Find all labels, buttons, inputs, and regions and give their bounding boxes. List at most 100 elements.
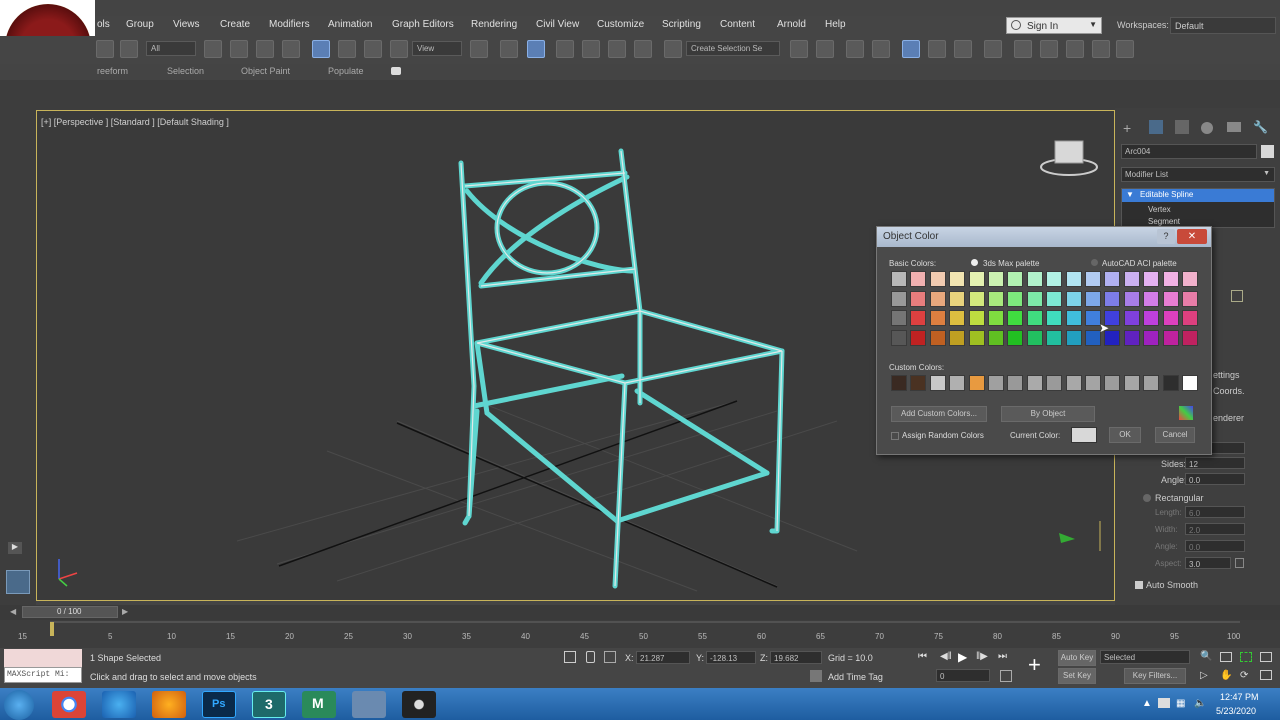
maxscript-mini-listener[interactable]: MAXScript Mi: <box>4 667 82 683</box>
angle-snap-icon[interactable] <box>582 40 600 58</box>
ribbon-populate[interactable]: Populate <box>328 66 364 76</box>
custom-color-swatch[interactable] <box>949 375 966 391</box>
basic-color-swatch[interactable] <box>1085 290 1101 307</box>
radio-aci-palette[interactable] <box>1091 259 1098 266</box>
custom-color-swatch[interactable] <box>910 375 927 391</box>
custom-color-swatch[interactable] <box>1162 375 1179 391</box>
menu-scripting[interactable]: Scripting <box>662 19 701 30</box>
stack-item-segment[interactable]: Segment <box>1148 217 1180 226</box>
set-key-button[interactable]: Set Key <box>1058 668 1096 684</box>
z-coordinate-field[interactable]: 19.682 <box>770 651 822 664</box>
basic-color-swatch[interactable] <box>1123 310 1140 326</box>
basic-color-swatch[interactable] <box>1026 310 1043 326</box>
selection-filter-dropdown[interactable]: All <box>146 41 196 56</box>
basic-color-swatch[interactable] <box>910 271 927 287</box>
utilities-tab-icon[interactable]: 🔧 <box>1253 120 1268 134</box>
basic-color-swatch[interactable] <box>949 329 966 346</box>
custom-color-swatch[interactable] <box>1046 375 1063 391</box>
menu-views[interactable]: Views <box>173 19 200 30</box>
media-player-icon[interactable] <box>152 691 186 718</box>
select-by-name-icon[interactable] <box>230 40 248 58</box>
basic-color-swatch[interactable] <box>1104 290 1121 307</box>
basic-color-swatch[interactable] <box>929 290 946 307</box>
current-color-swatch[interactable] <box>1071 427 1097 443</box>
set-key-plus-icon[interactable]: + <box>1028 652 1041 678</box>
display-tab-icon[interactable] <box>1227 122 1241 132</box>
tray-app-icon[interactable] <box>1158 698 1170 708</box>
menu-content[interactable]: Content <box>720 19 755 30</box>
menu-create[interactable]: Create <box>220 19 250 30</box>
basic-color-swatch[interactable] <box>949 290 966 307</box>
render-a360-icon[interactable] <box>1116 40 1134 58</box>
custom-color-swatch[interactable] <box>1065 375 1082 391</box>
modify-tab-icon[interactable] <box>1149 120 1163 134</box>
curve-editor-icon[interactable] <box>928 40 946 58</box>
basic-color-swatch[interactable] <box>910 310 927 326</box>
assign-random-checkbox[interactable] <box>891 432 899 440</box>
material-editor-icon[interactable] <box>984 40 1002 58</box>
move-icon[interactable] <box>312 40 330 58</box>
basic-color-swatch[interactable] <box>1143 290 1160 307</box>
basic-color-swatch[interactable] <box>1007 310 1024 326</box>
render-production-icon[interactable] <box>1066 40 1084 58</box>
basic-color-swatch[interactable] <box>1065 290 1082 307</box>
menu-help[interactable]: Help <box>825 19 846 30</box>
absolute-mode-icon[interactable] <box>604 651 616 663</box>
configure-sets-icon[interactable] <box>1231 290 1243 302</box>
basic-color-swatch[interactable] <box>1182 329 1198 346</box>
current-frame-field[interactable]: 0 <box>936 669 990 682</box>
file-explorer-icon[interactable] <box>352 691 386 718</box>
basic-color-swatch[interactable] <box>1143 310 1160 326</box>
auto-key-button[interactable]: Auto Key <box>1058 650 1096 666</box>
menu-rendering[interactable]: Rendering <box>471 19 517 30</box>
ok-button[interactable]: OK <box>1109 427 1141 443</box>
layer-explorer-icon[interactable] <box>872 40 890 58</box>
named-selection-dropdown[interactable]: Create Selection Se <box>686 41 780 56</box>
spinner-snap-icon[interactable] <box>634 40 652 58</box>
time-tag-icon[interactable] <box>810 670 822 682</box>
color-picker-icon[interactable] <box>1179 406 1193 420</box>
basic-color-swatch[interactable] <box>1123 329 1140 346</box>
basic-color-swatch[interactable] <box>929 271 946 287</box>
ribbon-selection[interactable]: Selection <box>167 66 204 76</box>
basic-color-swatch[interactable] <box>988 290 1004 307</box>
modifier-list-dropdown[interactable]: Modifier List ▼ <box>1121 167 1275 182</box>
basic-color-swatch[interactable] <box>1123 290 1140 307</box>
basic-color-swatch[interactable] <box>1046 310 1063 326</box>
basic-color-swatch[interactable] <box>968 329 985 346</box>
align-icon[interactable] <box>816 40 834 58</box>
prev-frame-icon[interactable]: ◀ <box>10 607 16 616</box>
clock-time[interactable]: 12:47 PM <box>1220 692 1259 702</box>
render-iterative-icon[interactable] <box>1092 40 1110 58</box>
signin-dropdown[interactable]: Sign In ▼ <box>1006 17 1102 34</box>
basic-color-swatch[interactable] <box>1182 310 1198 326</box>
create-tab-icon[interactable]: + <box>1123 120 1131 136</box>
link-icon[interactable] <box>96 40 114 58</box>
basic-color-swatch[interactable] <box>1046 329 1063 346</box>
y-coordinate-field[interactable]: -128.13 <box>706 651 756 664</box>
basic-color-swatch[interactable] <box>988 329 1004 346</box>
custom-color-swatch[interactable] <box>891 375 907 391</box>
custom-color-swatch[interactable] <box>1123 375 1140 391</box>
custom-color-swatch[interactable] <box>1026 375 1043 391</box>
menu-animation[interactable]: Animation <box>328 19 372 30</box>
menu-customize[interactable]: Customize <box>597 19 644 30</box>
zoom-extents-all-icon[interactable] <box>1260 652 1272 662</box>
object-name-field[interactable]: Arc004 <box>1121 144 1257 159</box>
rect-selection-icon[interactable] <box>256 40 274 58</box>
chrome-icon[interactable] <box>52 691 86 718</box>
basic-color-swatch[interactable] <box>1182 271 1198 287</box>
start-button-icon[interactable] <box>4 690 34 720</box>
photoshop-icon[interactable]: Ps <box>202 691 236 718</box>
lock-icon[interactable] <box>1235 558 1244 568</box>
basic-color-swatch[interactable] <box>968 310 985 326</box>
network-icon[interactable]: ▦ <box>1176 698 1185 709</box>
by-object-button[interactable]: By Object <box>1001 406 1095 422</box>
selection-lock-icon[interactable] <box>586 651 595 663</box>
basic-color-swatch[interactable] <box>1026 271 1043 287</box>
time-configuration-icon[interactable] <box>1000 670 1012 682</box>
prev-key-icon[interactable]: ◀‖ <box>940 651 952 662</box>
basic-color-swatch[interactable] <box>929 310 946 326</box>
select-manipulate-icon[interactable] <box>500 40 518 58</box>
basic-color-swatch[interactable] <box>891 271 907 287</box>
